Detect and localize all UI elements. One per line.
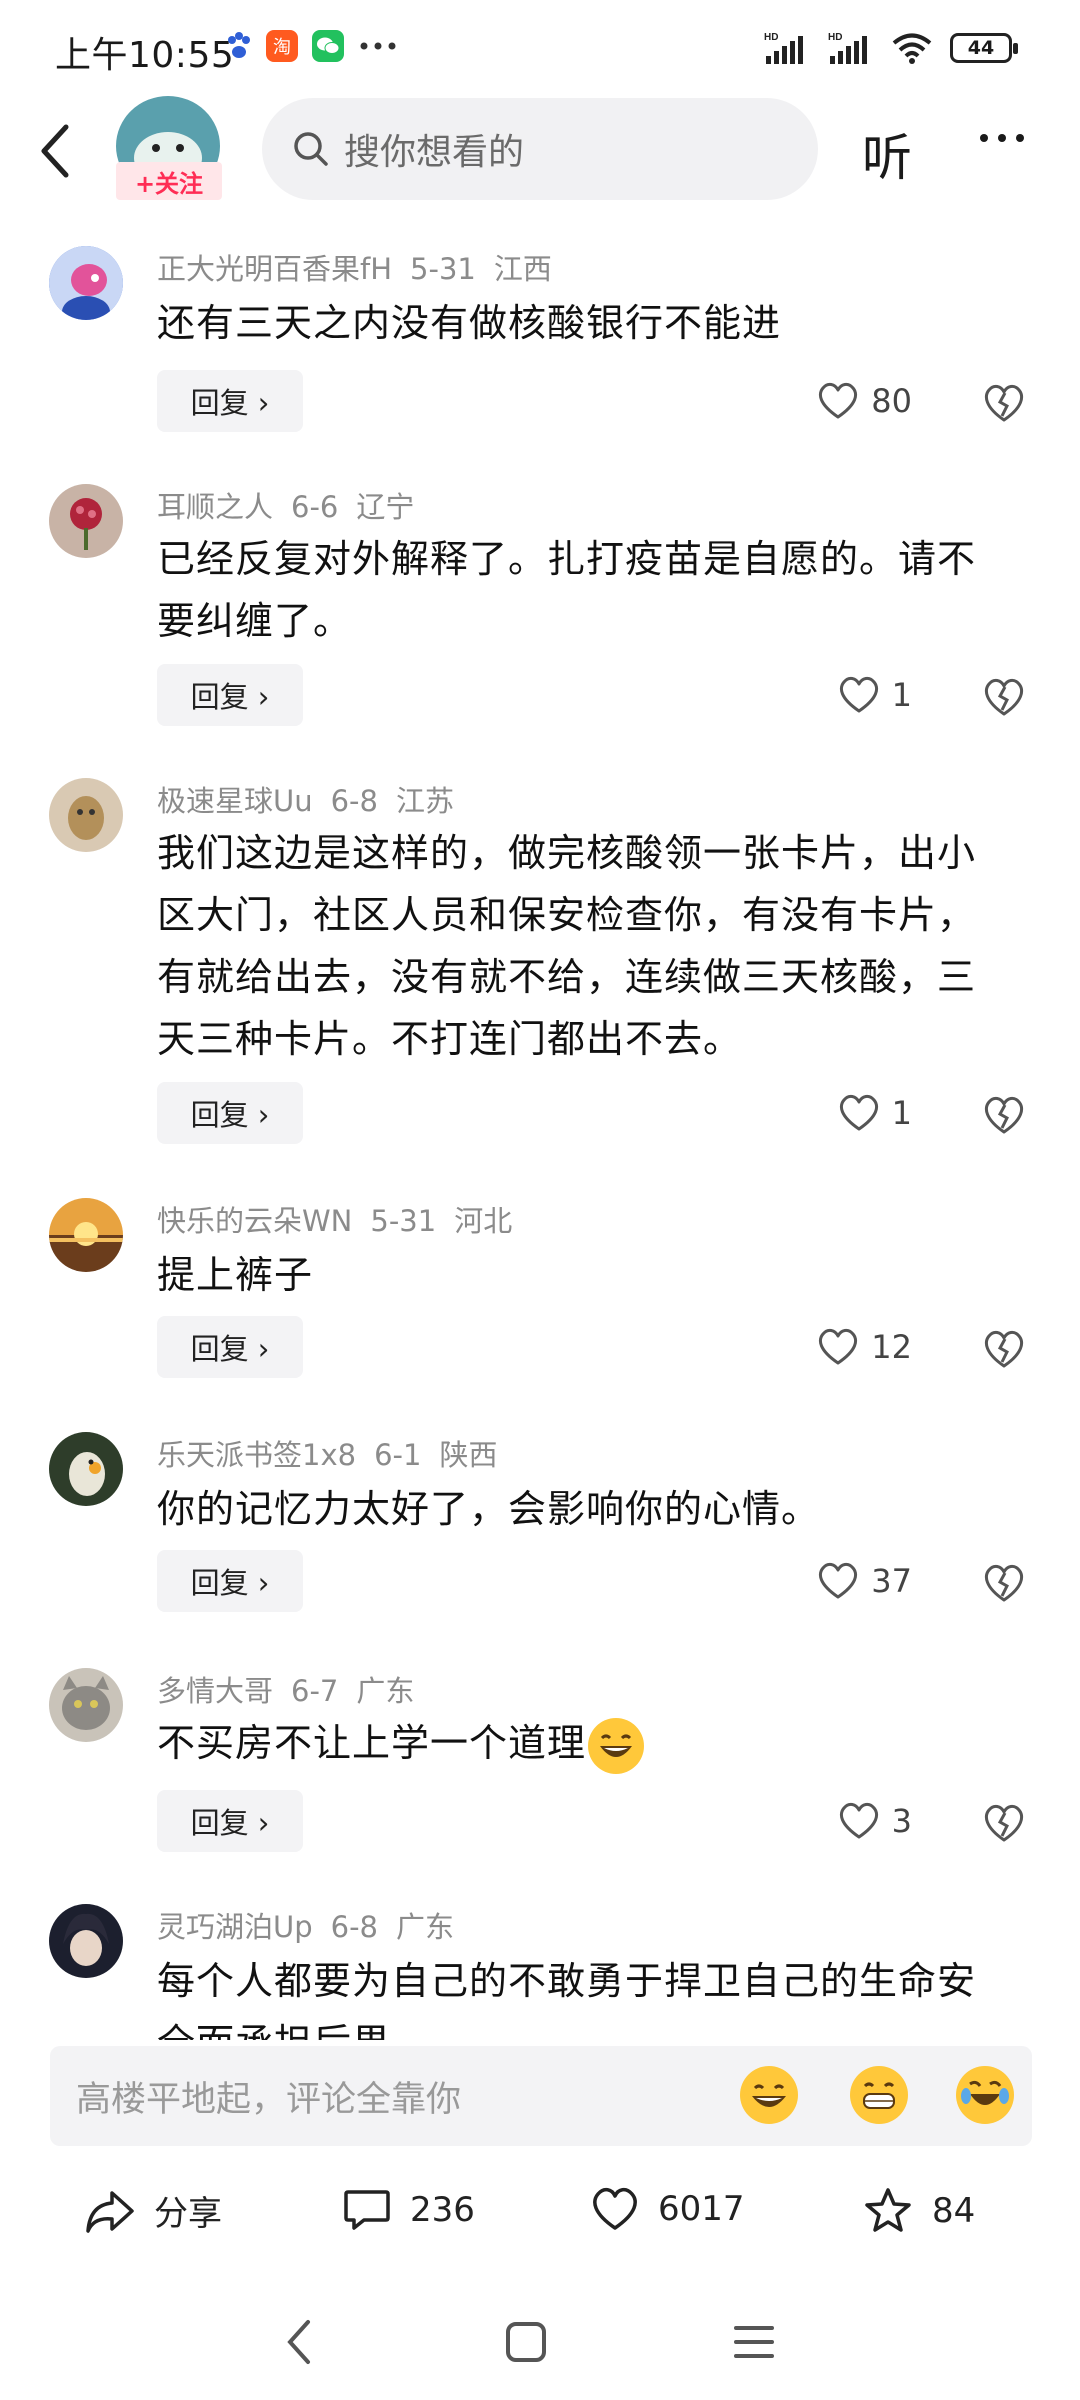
comment-input-placeholder: 高楼平地起，评论全靠你 <box>76 2079 462 2120</box>
nav-back-icon[interactable] <box>284 2318 314 2366</box>
like-post-button[interactable]: 6017 <box>590 2186 745 2232</box>
share-label: 分享 <box>154 2194 222 2234</box>
comment-input[interactable]: 高楼平地起，评论全靠你 <box>50 2046 1032 2146</box>
share-icon <box>86 2190 134 2233</box>
heart-icon <box>593 2187 637 2230</box>
comments-count: 236 <box>410 2190 475 2230</box>
comment-region: 广东 <box>396 1910 455 1944</box>
likes-count: 6017 <box>658 2189 745 2229</box>
nav-home-icon[interactable] <box>504 2320 548 2364</box>
system-navigation-bar <box>0 2300 1080 2390</box>
favorites-count: 84 <box>932 2191 976 2231</box>
comments-button[interactable]: 236 <box>342 2186 475 2234</box>
grinning-emoji-icon[interactable] <box>740 2066 798 2124</box>
favorite-button[interactable]: 84 <box>862 2186 975 2236</box>
beaming-emoji-icon[interactable] <box>850 2066 908 2124</box>
comment-date: 6-8 <box>330 1910 379 1944</box>
comment-meta: 灵巧湖泊Up 6-8 广东 <box>157 1904 472 1946</box>
share-button[interactable]: 分享 <box>84 2186 222 2235</box>
commenter-avatar[interactable] <box>49 1904 123 1978</box>
comment-item: 灵巧湖泊Up 6-8 广东 每个人都要为自己的不敢勇于捍卫自己的生命安全而承担后果 <box>0 0 1080 2040</box>
comment-icon <box>344 2190 390 2230</box>
comment-text: 每个人都要为自己的不敢勇于捍卫自己的生命安全而承担后果 <box>157 1959 977 2040</box>
nav-menu-icon[interactable] <box>732 2322 776 2362</box>
bottom-action-bar: 分享 236 6017 84 <box>0 2178 1080 2258</box>
commenter-name[interactable]: 灵巧湖泊Up <box>157 1910 313 1944</box>
rofl-emoji-icon[interactable] <box>956 2066 1014 2124</box>
star-icon <box>865 2188 911 2232</box>
